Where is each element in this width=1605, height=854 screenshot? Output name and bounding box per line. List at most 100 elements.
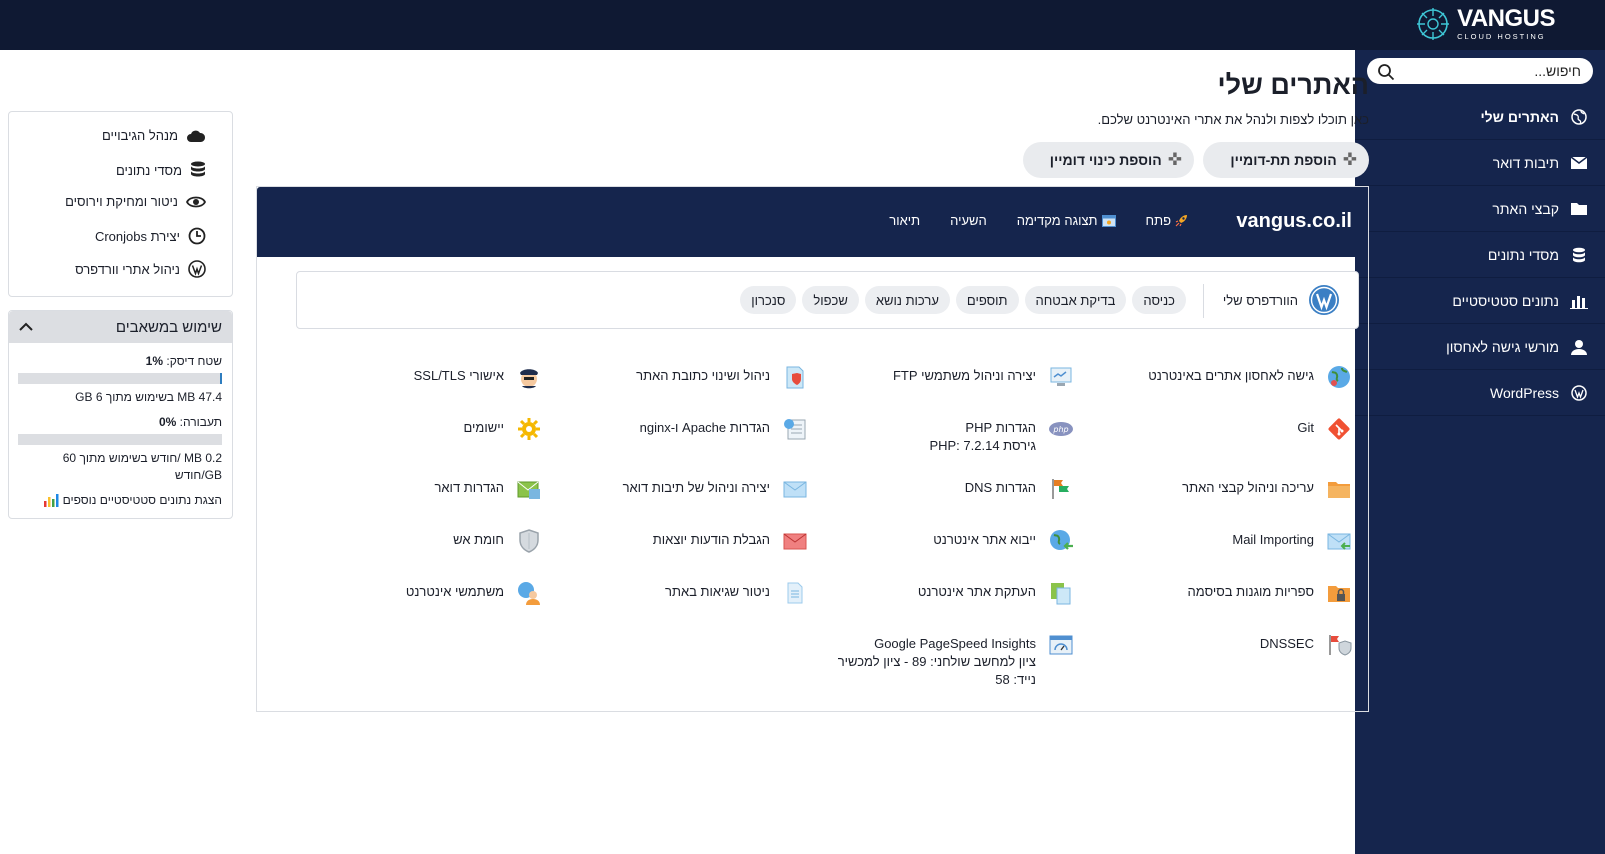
tool-site-copy[interactable]: העתקת אתר אינטרנט [834,583,1074,606]
cronjobs-link[interactable]: יצירת Cronjobs [95,227,206,245]
vangus-logo[interactable]: VANGUS CLOUD HOSTING [1415,6,1555,42]
tool-label: הגבלת הודעות יוצאות [652,532,770,547]
my-wordpress[interactable]: הוורדפרס שלי [1223,284,1340,316]
preview-link[interactable]: תצוגה מקדימה [1017,213,1116,228]
open-link[interactable]: פתח [1146,213,1188,228]
tool-label: Git [1297,420,1314,435]
disk-percent: 1% [145,354,164,368]
tool-git[interactable]: Git [1112,418,1352,442]
databases-link[interactable]: מסדי נתונים [116,161,206,179]
wp-security-check-button[interactable]: בדיקת אבטחה [1024,286,1127,314]
tool-ssl[interactable]: אישורי SSL/TLS [302,367,542,390]
bar-chart-icon [43,494,59,507]
tool-error-logs[interactable]: ניטור שגיאות באתר [568,582,808,606]
sidebar-item-statistics[interactable]: נתונים סטטיסטיים [1355,278,1605,324]
search-input[interactable] [1411,61,1581,81]
more-stats-label: הצגת נתונים סטטיסטיים נוספים [62,493,222,507]
tool-web-access[interactable]: גישה לאחסון אתרים באינטרנט [1112,366,1352,390]
tool-dns[interactable]: הגדרות DNS [834,479,1074,502]
disk-usage-bar [18,373,222,384]
preview-label: תצוגה מקדימה [1016,213,1098,228]
tool-firewall[interactable]: חומת אש [302,529,542,554]
add-domain-alias-button[interactable]: ✜ הוספת כינוי דומיין [1023,142,1194,178]
sidebar-item-databases[interactable]: מסדי נתונים [1355,232,1605,278]
tool-mailboxes[interactable]: יצירה וניהול של תיבות דואר [568,479,808,502]
tool-label: Mail Importing [1232,532,1314,547]
tool-protected-dirs[interactable]: ספריות מוגנות בסיסמה [1112,583,1352,606]
tool-mail-settings[interactable]: הגדרות דואר [302,479,542,502]
git-icon [1328,418,1350,440]
tool-dnssec[interactable]: DNSSEC [1112,635,1352,658]
logo-emblem-icon [1417,8,1450,40]
sidebar-item-hosting-users[interactable]: מורשי גישה לאחסון [1355,324,1605,370]
logo-subtitle: CLOUD HOSTING [1457,32,1546,42]
description-label: תיאור [889,213,921,228]
clock-icon [188,227,206,245]
locked-folder-icon [1328,586,1350,602]
wp-themes-button[interactable]: ערכות נושא [864,286,950,314]
shield-icon [519,529,539,553]
tool-php[interactable]: php הגדרות PHP גירסת PHP: 7.2.14 [834,419,1074,455]
resource-usage-title: שימוש במשאבים [115,318,222,336]
divider [1203,284,1204,318]
folder-icon [1569,199,1589,219]
police-badge-icon [520,369,538,389]
domain-name[interactable]: vangus.co.il [1236,210,1352,233]
wp-sync-button[interactable]: סנכרון [740,286,797,314]
domain-actions: פתח תצוגה מקדימה השעיה תיאור [889,213,1188,228]
php-version: גירסת PHP: 7.2.14 [929,438,1036,453]
description-link[interactable]: תיאור [889,213,920,228]
wordpress-icon [1569,383,1589,403]
tool-pagespeed[interactable]: Google PageSpeed Insights ציון למחשב שולח… [814,635,1074,689]
tool-label: יצירה וניהול של תיבות דואר [622,480,770,495]
domain-panel: vangus.co.il פתח תצוגה מקדימה השעיה תיאו… [256,186,1369,712]
chart-icon [1569,291,1589,311]
tool-outgoing-limit[interactable]: הגבלת הודעות יוצאות [568,531,808,554]
resource-usage-header[interactable]: שימוש במשאבים [9,311,232,343]
wordpress-manager-link[interactable]: ניהול אתרי וורדפרס [75,260,206,278]
wordpress-logo-icon [1309,285,1339,315]
sidebar-item-wordpress[interactable]: WordPress [1355,370,1605,416]
add-subdomain-button[interactable]: ✜ הוספת תת-דומיין [1203,142,1369,178]
envelope-icon [783,481,807,498]
sidebar-nav: האתרים שלי תיבות דואר קבצי האתר מסדי נתו… [1355,94,1605,416]
server-settings-icon [784,419,806,440]
tool-web-users[interactable]: משתמשי אינטרנט [302,582,542,606]
chevron-up-icon[interactable] [19,322,33,332]
domain-header: vangus.co.il פתח תצוגה מקדימה השעיה תיאו… [257,187,1368,257]
copy-icon [1051,583,1071,605]
tool-label: אישורי SSL/TLS [413,368,504,383]
sidebar-item-mailboxes[interactable]: תיבות דואר [1355,140,1605,186]
backup-manager-link[interactable]: מנהל הגיבויים [102,128,206,143]
wordpress-title: הוורדפרס שלי [1222,292,1298,308]
tool-ftp[interactable]: יצירה וניהול משתמשי FTP [834,367,1074,390]
sidebar-item-label: מורשי גישה לאחסון [1446,338,1559,355]
cloud-icon [187,130,206,142]
preview-icon [1101,214,1116,227]
tool-site-address[interactable]: ניהול ושינוי כתובת האתר [568,366,808,390]
suspend-link[interactable]: השעיה [950,213,987,228]
sidebar-item-label: WordPress [1490,384,1559,401]
wp-login-button[interactable]: כניסה [1132,286,1186,314]
virus-scan-link[interactable]: ניטור ומחיקת וירוסים [65,194,206,209]
wordpress-icon [188,260,206,278]
tool-label: משתמשי אינטרנט [405,584,504,599]
tool-site-import[interactable]: ייבוא אתר אינטרנט [834,530,1074,554]
svg-text:php: php [1052,425,1068,434]
tool-apps[interactable]: יישומים [302,418,542,442]
sidebar-item-my-sites[interactable]: האתרים שלי [1355,94,1605,140]
tool-label: ספריות מוגנות בסיסמה [1187,584,1314,599]
sidebar-item-site-files[interactable]: קבצי האתר [1355,186,1605,232]
search-icon[interactable] [1377,63,1395,81]
side-link-label: ניהול אתרי וורדפרס [75,261,180,277]
wp-clone-button[interactable]: שכפול [802,286,859,314]
red-envelope-icon [783,533,807,550]
tool-file-manager[interactable]: עריכה וניהול קבצי האתר [1112,479,1352,502]
tool-apache-nginx[interactable]: הגדרות Apache ו-nginx [568,419,808,442]
wp-plugins-button[interactable]: תוספים [955,286,1019,314]
tool-label: ניטור שגיאות באתר [665,584,770,599]
more-stats-link[interactable]: הצגת נתונים סטטיסטיים נוספים [43,493,222,507]
tool-mail-importing[interactable]: Mail Importing [1112,531,1352,554]
tool-label: חומת אש [453,532,504,547]
add-alias-label: הוספת כינוי דומיין [1049,152,1162,168]
